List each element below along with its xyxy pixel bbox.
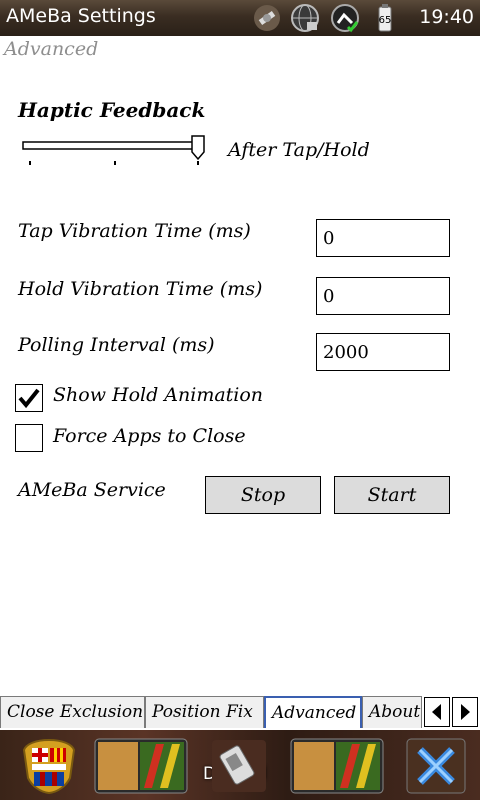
hold-vibration-field[interactable]: 0 [316, 277, 450, 315]
save-button[interactable]: Save [290, 738, 452, 794]
polling-interval-field[interactable]: 2000 [316, 333, 450, 371]
close-icon[interactable] [406, 738, 466, 794]
tab-scroll-right-button[interactable] [452, 697, 478, 727]
stop-button[interactable]: Stop [205, 476, 321, 514]
signal-icon[interactable] [330, 3, 360, 33]
slider-value-label: After Tap/Hold [228, 139, 370, 161]
clock[interactable]: 19:40 [419, 6, 474, 28]
tap-vibration-field[interactable]: 0 [316, 219, 450, 257]
tab-about[interactable]: About [362, 696, 422, 728]
haptic-feedback-title: Haptic Feedback [18, 98, 206, 122]
phone-icon[interactable] [210, 738, 268, 794]
app-title: AMeBa Settings [6, 5, 156, 27]
globe-icon[interactable] [290, 3, 320, 33]
tab-bar: Close Exclusion Position Fix Advanced Ab… [0, 696, 480, 730]
fc-barcelona-logo-icon[interactable] [20, 738, 78, 794]
slider-thumb[interactable] [191, 135, 205, 161]
title-bar: AMeBa Settings 65 19:40 [0, 0, 480, 36]
service-label: AMeBa Service [18, 479, 166, 501]
battery-icon[interactable]: 65 [370, 3, 400, 33]
polling-interval-label: Polling Interval (ms) [18, 334, 215, 356]
checkmark-icon [18, 388, 40, 409]
discard-button[interactable]: Discard [94, 738, 267, 794]
battery-level: 65 [379, 15, 392, 26]
page-heading: Advanced [4, 38, 99, 60]
tab-close-exclusion[interactable]: Close Exclusion [0, 696, 145, 728]
softkey-bar: Discard Save [0, 730, 480, 800]
cartoon-button-icon [94, 738, 188, 794]
tap-vibration-label: Tap Vibration Time (ms) [18, 220, 251, 242]
show-hold-animation-label[interactable]: Show Hold Animation [53, 384, 263, 406]
tab-scroll-left-button[interactable] [424, 697, 450, 727]
tab-advanced[interactable]: Advanced [264, 696, 362, 728]
hold-vibration-label: Hold Vibration Time (ms) [18, 278, 263, 300]
arrow-left-icon [432, 704, 441, 720]
force-close-checkbox[interactable] [15, 424, 43, 452]
show-hold-animation-checkbox[interactable] [15, 384, 43, 412]
force-close-label[interactable]: Force Apps to Close [53, 425, 246, 447]
cartoon-button-icon [290, 738, 384, 794]
tab-position-fix[interactable]: Position Fix [145, 696, 264, 728]
haptic-slider[interactable] [22, 134, 212, 168]
satellite-icon[interactable] [252, 3, 282, 33]
start-button[interactable]: Start [334, 476, 450, 514]
arrow-right-icon [461, 704, 470, 720]
